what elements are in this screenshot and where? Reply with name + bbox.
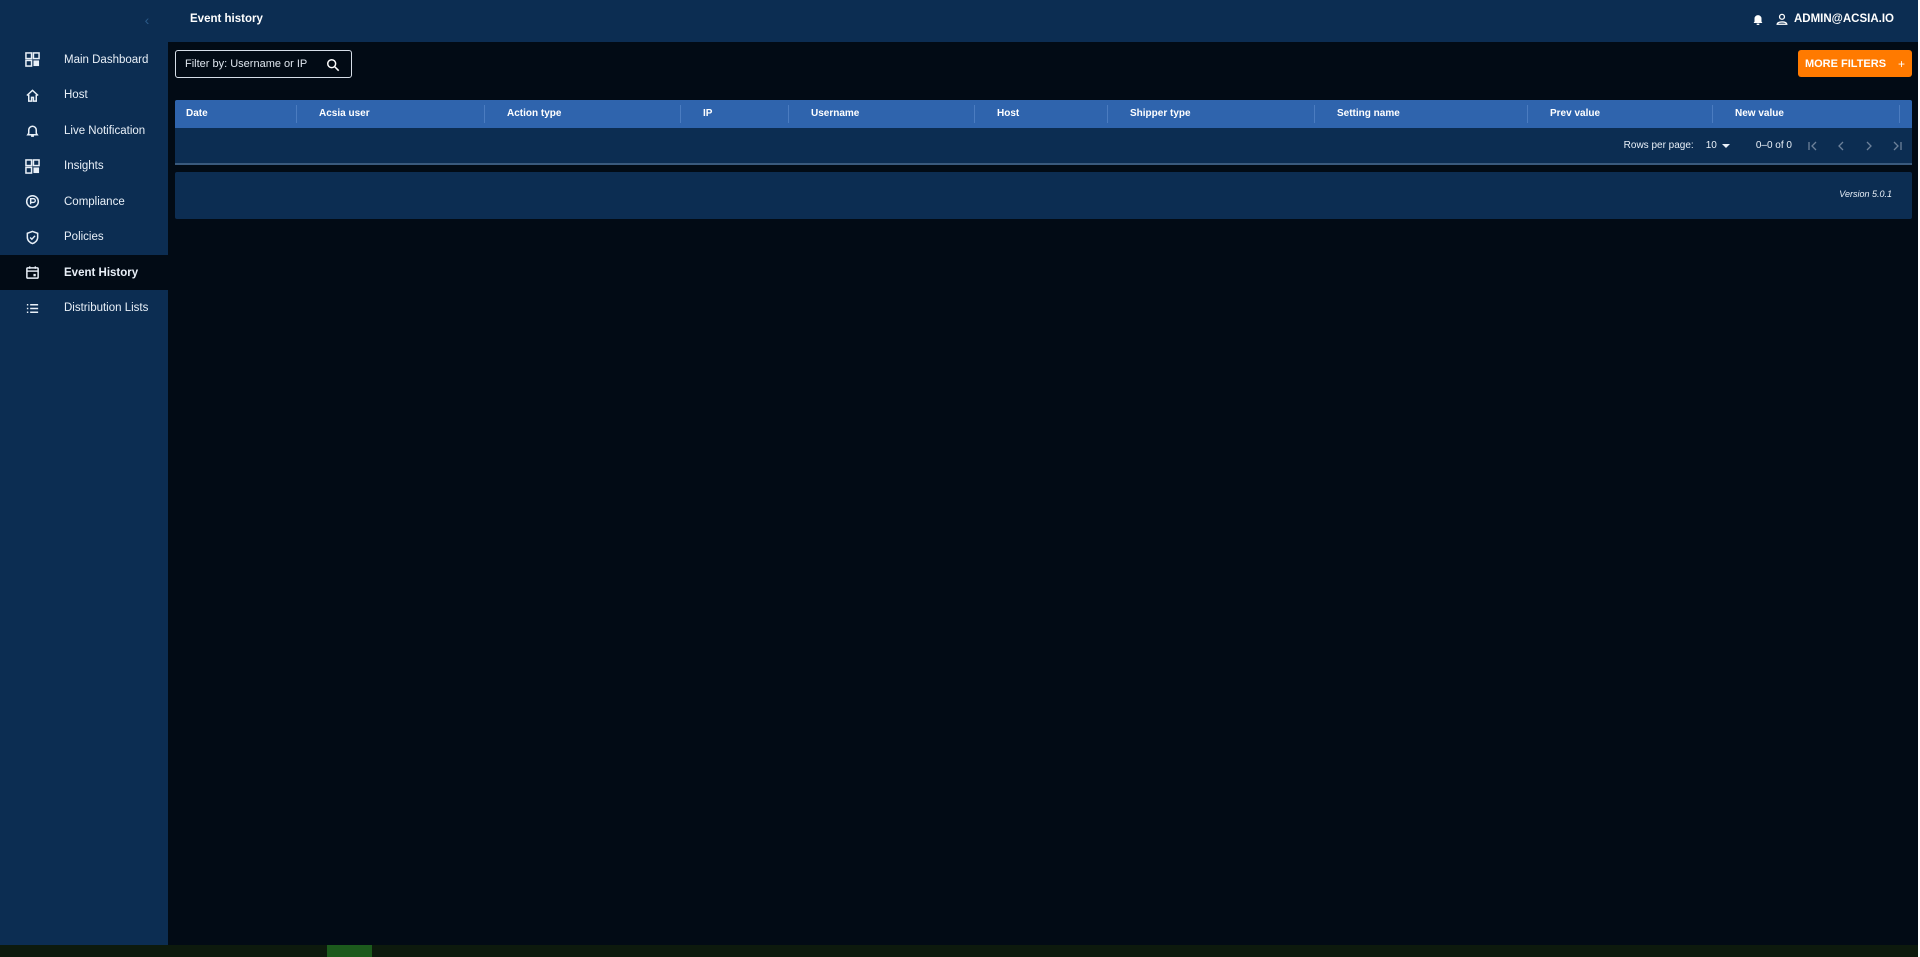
plus-icon: + bbox=[1898, 56, 1906, 71]
column-header-host[interactable]: Host bbox=[997, 100, 1019, 128]
sidebar-nav: Main Dashboard Host Live Notification In… bbox=[0, 42, 168, 326]
column-header-setting-name[interactable]: Setting name bbox=[1337, 100, 1400, 128]
column-separator bbox=[680, 105, 681, 123]
column-header-prev-value[interactable]: Prev value bbox=[1550, 100, 1600, 128]
last-page-icon bbox=[1893, 141, 1902, 150]
top-right-controls: ADMIN@ACSIA.IO bbox=[1751, 12, 1894, 26]
footer-panel: Version 5.0.1 bbox=[175, 172, 1912, 219]
filter-input[interactable] bbox=[176, 58, 316, 70]
more-filters-label: MORE FILTERS bbox=[1804, 57, 1887, 70]
sidebar-item-label: Insights bbox=[64, 160, 104, 172]
bell-icon bbox=[0, 123, 64, 138]
rows-per-page-label: Rows per page: bbox=[1623, 140, 1694, 151]
bottom-marker bbox=[327, 945, 372, 957]
sidebar-item-label: Distribution Lists bbox=[64, 302, 149, 314]
pagination-range: 0–0 of 0 bbox=[1755, 140, 1792, 151]
page-title: Event history bbox=[190, 13, 263, 25]
last-page-button[interactable] bbox=[1890, 139, 1904, 153]
table-divider bbox=[175, 163, 1912, 165]
column-separator bbox=[1899, 105, 1900, 123]
column-header-acsia-user[interactable]: Acsia user bbox=[319, 100, 370, 128]
user-icon bbox=[1775, 12, 1789, 26]
sidebar-item-compliance[interactable]: Compliance bbox=[0, 184, 168, 219]
search-icon[interactable] bbox=[326, 58, 340, 72]
collapse-sidebar-icon[interactable]: ‹ bbox=[140, 10, 154, 30]
sidebar-item-policies[interactable]: Policies bbox=[0, 220, 168, 255]
more-filters-button[interactable]: MORE FILTERS + bbox=[1798, 50, 1912, 77]
column-separator bbox=[1314, 105, 1315, 123]
table-header: Date Acsia user Action type IP Username … bbox=[175, 100, 1912, 128]
sidebar-item-label: Main Dashboard bbox=[64, 53, 149, 66]
column-header-shipper-type[interactable]: Shipper type bbox=[1130, 100, 1191, 128]
top-bar: Event history ADMIN@ACSIA.IO bbox=[168, 0, 1918, 42]
first-page-button[interactable] bbox=[1806, 139, 1820, 153]
sidebar-item-live-notification[interactable]: Live Notification bbox=[0, 113, 168, 148]
column-header-date[interactable]: Date bbox=[186, 100, 208, 128]
dashboard-icon bbox=[0, 158, 64, 174]
column-separator bbox=[974, 105, 975, 123]
sidebar-item-label: Host bbox=[64, 89, 88, 101]
chevron-left-icon bbox=[1838, 141, 1844, 150]
event-history-table: Date Acsia user Action type IP Username … bbox=[175, 100, 1912, 165]
first-page-icon bbox=[1808, 141, 1817, 150]
rows-per-page-select[interactable]: 10 bbox=[1706, 140, 1730, 151]
column-separator bbox=[296, 105, 297, 123]
shield-icon bbox=[0, 230, 64, 245]
chevron-down-icon bbox=[1721, 143, 1730, 148]
notification-bell-icon[interactable] bbox=[1751, 12, 1765, 26]
home-icon bbox=[0, 88, 64, 103]
column-header-new-value[interactable]: New value bbox=[1735, 100, 1784, 128]
table-pagination: Rows per page: 10 0–0 of 0 bbox=[1624, 128, 1912, 163]
previous-page-button[interactable] bbox=[1834, 139, 1848, 153]
column-header-ip[interactable]: IP bbox=[703, 100, 712, 128]
column-separator bbox=[1107, 105, 1108, 123]
sidebar: ‹ Main Dashboard Host Live Notification bbox=[0, 0, 168, 945]
column-separator bbox=[484, 105, 485, 123]
app-window: ‹ Main Dashboard Host Live Notification bbox=[0, 0, 1918, 957]
sidebar-item-label: Event History bbox=[64, 266, 139, 279]
rows-per-page-value: 10 bbox=[1705, 140, 1717, 151]
column-separator bbox=[788, 105, 789, 123]
calendar-icon bbox=[0, 265, 64, 280]
sidebar-item-label: Policies bbox=[64, 231, 104, 243]
sidebar-item-distribution-lists[interactable]: Distribution Lists bbox=[0, 291, 168, 326]
column-separator bbox=[1712, 105, 1713, 123]
bottom-strip bbox=[0, 945, 1918, 957]
sidebar-item-event-history[interactable]: Event History bbox=[0, 255, 168, 290]
sidebar-item-main-dashboard[interactable]: Main Dashboard bbox=[0, 42, 168, 77]
sidebar-item-insights[interactable]: Insights bbox=[0, 149, 168, 184]
chevron-right-icon bbox=[1866, 141, 1872, 150]
sidebar-item-label: Live Notification bbox=[64, 124, 146, 137]
column-separator bbox=[1527, 105, 1528, 123]
version-label: Version 5.0.1 bbox=[1839, 189, 1892, 199]
list-icon bbox=[0, 301, 64, 316]
next-page-button[interactable] bbox=[1862, 139, 1876, 153]
filter-field bbox=[175, 50, 352, 78]
dashboard-icon bbox=[0, 52, 64, 67]
user-email[interactable]: ADMIN@ACSIA.IO bbox=[1794, 13, 1894, 25]
compliance-icon bbox=[0, 194, 64, 209]
sidebar-item-label: Compliance bbox=[64, 195, 125, 208]
column-header-username[interactable]: Username bbox=[811, 100, 859, 128]
column-header-action-type[interactable]: Action type bbox=[507, 100, 561, 128]
sidebar-item-host[interactable]: Host bbox=[0, 78, 168, 113]
